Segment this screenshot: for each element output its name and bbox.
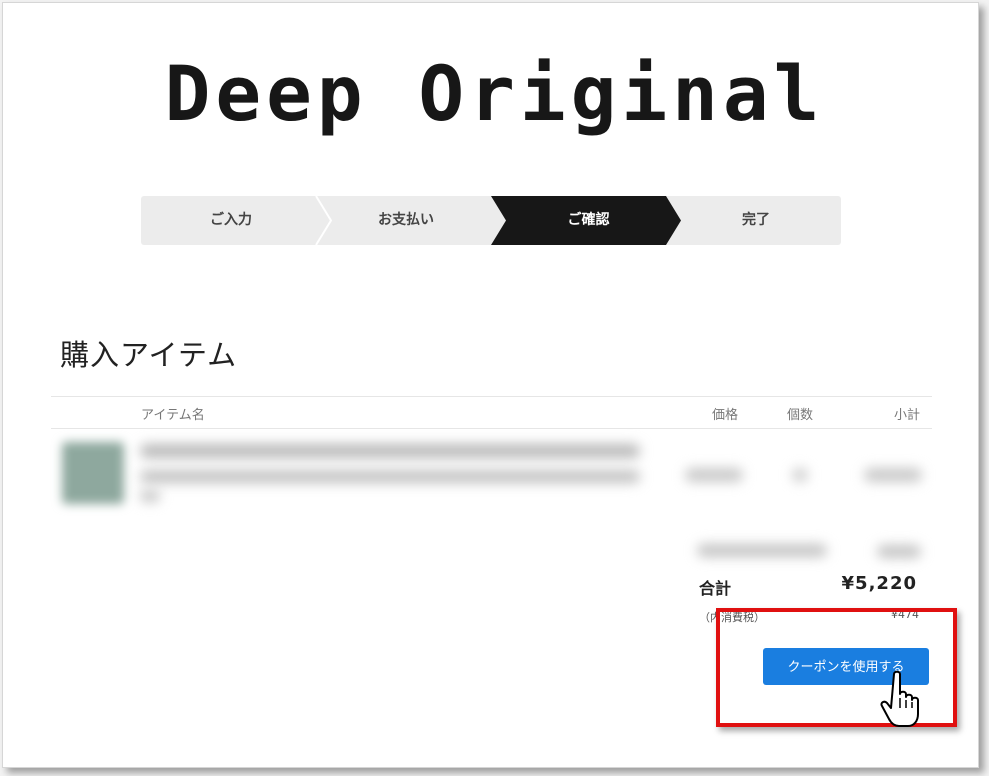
- header-subtotal: 小計: [893, 408, 920, 423]
- header-price: 価格: [712, 408, 739, 423]
- redacted-shipping-label: [697, 544, 827, 557]
- redacted-item-name-line2: [140, 470, 640, 483]
- header-quantity: 個数: [787, 408, 814, 423]
- header-item-name: アイテム名: [141, 408, 205, 423]
- redacted-shipping-value: [877, 545, 921, 558]
- redacted-item-name: [140, 444, 640, 458]
- section-title: 購入アイテム: [60, 338, 238, 372]
- total-label: 合計: [699, 579, 732, 598]
- step-payment: お支払い: [378, 212, 434, 228]
- items-table-header: アイテム名 価格 個数 小計: [51, 396, 932, 429]
- item-thumbnail: [62, 442, 124, 504]
- step-input: ご入力: [210, 212, 252, 228]
- hand-pointer-icon: [880, 670, 919, 727]
- redacted-price: [685, 468, 743, 482]
- site-logo[interactable]: Deep Original: [0, 46, 989, 142]
- redacted-quantity: [792, 468, 808, 482]
- step-confirm: ご確認: [567, 212, 610, 228]
- redacted-item-name-line3: [140, 490, 160, 502]
- checkout-steps: ご入力 お支払い ご確認 完了: [141, 196, 841, 245]
- step-complete: 完了: [742, 212, 770, 228]
- total-value: ¥5,220: [841, 573, 917, 594]
- redacted-subtotal: [864, 468, 922, 482]
